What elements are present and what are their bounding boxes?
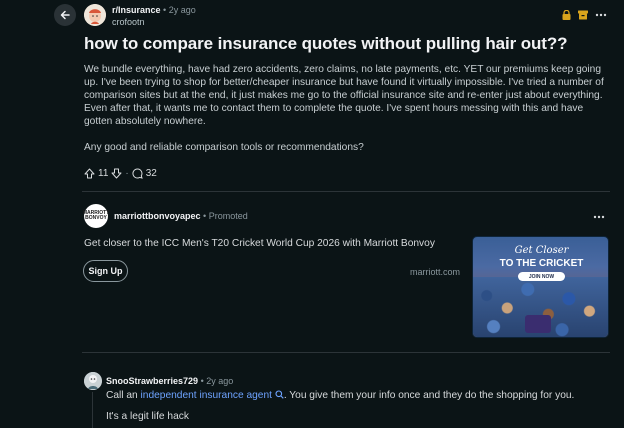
- ad-image-line2: TO THE CRICKET: [499, 258, 584, 269]
- subreddit-avatar[interactable]: [84, 4, 106, 26]
- back-arrow-icon: [60, 10, 70, 20]
- avatar[interactable]: [84, 372, 102, 390]
- divider: [82, 352, 610, 353]
- search-link[interactable]: independent insurance agent: [141, 390, 284, 401]
- sign-up-button[interactable]: Sign Up: [83, 260, 128, 282]
- post-age: 2y ago: [168, 5, 196, 15]
- more-icon[interactable]: [595, 10, 607, 20]
- comment-text: Call an independent insurance agent . Yo…: [106, 390, 574, 401]
- post-subreddit-line: r/Insurance • 2y ago: [112, 5, 196, 15]
- comment-text-after: . You give them your info once and they …: [283, 390, 575, 401]
- post-question: Any good and reliable comparison tools o…: [84, 142, 364, 153]
- ad-headline[interactable]: Get closer to the ICC Men's T20 Cricket …: [84, 238, 435, 249]
- divider: [82, 191, 610, 192]
- upvote-icon[interactable]: [84, 168, 95, 179]
- ad-join-button: JOIN NOW: [518, 272, 565, 281]
- separator: ·: [125, 168, 129, 179]
- comment-author[interactable]: SnooStrawberries729: [106, 376, 198, 386]
- comment-header: SnooStrawberries729 • 2y ago: [106, 376, 233, 386]
- search-link-text[interactable]: independent insurance agent: [141, 390, 272, 401]
- more-icon[interactable]: [593, 212, 605, 222]
- ad-image[interactable]: Get Closer TO THE CRICKET JOIN NOW: [472, 236, 609, 338]
- downvote-icon[interactable]: [111, 168, 122, 179]
- advertiser-avatar[interactable]: MARRIOTT BONVOY: [83, 204, 109, 228]
- ad-badge: [525, 315, 551, 333]
- comment-icon[interactable]: [132, 168, 143, 179]
- ad-domain[interactable]: marriott.com: [410, 267, 460, 277]
- lock-icon: [562, 10, 571, 20]
- ad-image-line1: Get Closer: [514, 245, 569, 256]
- post-actions: 11 · 32: [84, 168, 157, 179]
- promoted-label: • Promoted: [203, 211, 248, 221]
- thread-line[interactable]: [92, 392, 93, 428]
- advertiser-line: marriottbonvoyapec • Promoted: [114, 211, 248, 221]
- separator: •: [163, 5, 167, 15]
- post-title: how to compare insurance quotes without …: [84, 34, 568, 53]
- comment-count: 32: [145, 168, 157, 179]
- comment-age: • 2y ago: [200, 376, 234, 386]
- search-icon: [275, 390, 284, 399]
- comment-text-before: Call an: [106, 390, 141, 401]
- back-button[interactable]: [54, 4, 76, 26]
- post-author[interactable]: crofootn: [112, 17, 145, 27]
- upvote-count: 11: [98, 168, 109, 179]
- comment-text-2: It's a legit life hack: [106, 411, 189, 422]
- advertiser-name[interactable]: marriottbonvoyapec: [114, 211, 201, 221]
- post-body: We bundle everything, have had zero acci…: [84, 64, 604, 127]
- archive-icon: [578, 10, 588, 20]
- subreddit-name[interactable]: r/Insurance: [112, 5, 161, 15]
